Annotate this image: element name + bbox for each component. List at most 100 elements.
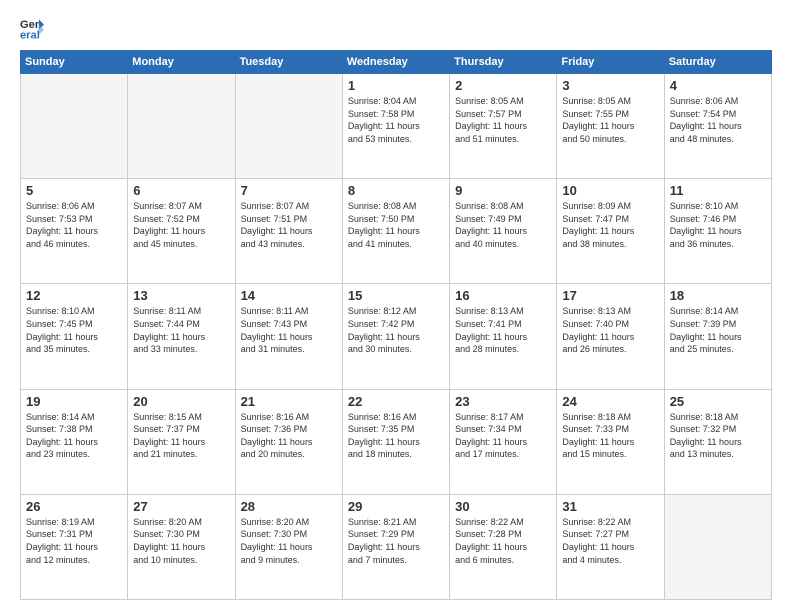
calendar-cell: 14Sunrise: 8:11 AMSunset: 7:43 PMDayligh… (235, 284, 342, 389)
day-number: 10 (562, 183, 658, 198)
logo: Gen eral (20, 16, 48, 40)
calendar-cell: 5 Sunrise: 8:06 AMSunset: 7:53 PMDaylight… (21, 179, 128, 284)
day-number: 17 (562, 288, 658, 303)
calendar-cell: 22 Sunrise: 8:16 AMSunset: 7:35 PMDayligh… (342, 389, 449, 494)
cell-info: Sunrise: 8:18 AMSunset: 7:32 PMDaylight:… (670, 411, 766, 461)
calendar-cell: 21 Sunrise: 8:16 AMSunset: 7:36 PMDayligh… (235, 389, 342, 494)
day-number: 1 (348, 78, 444, 93)
cell-info: Sunrise: 8:05 AMSunset: 7:55 PMDaylight:… (562, 95, 658, 145)
cell-info: Sunrise: 8:22 AMSunset: 7:28 PMDaylight:… (455, 516, 551, 566)
cell-info: Sunrise: 8:09 AMSunset: 7:47 PMDaylight:… (562, 200, 658, 250)
day-number: 15 (348, 288, 444, 303)
day-number: 14 (241, 288, 337, 303)
calendar-cell: 12 Sunrise: 8:10 AMSunset: 7:45 PMDayligh… (21, 284, 128, 389)
cell-info: Sunrise: 8:16 AMSunset: 7:36 PMDaylight:… (241, 411, 337, 461)
calendar-cell: 4 Sunrise: 8:06 AMSunset: 7:54 PMDaylight… (664, 74, 771, 179)
calendar-cell: 3 Sunrise: 8:05 AMSunset: 7:55 PMDaylight… (557, 74, 664, 179)
day-number: 19 (26, 394, 122, 409)
cell-info: Sunrise: 8:14 AMSunset: 7:39 PMDaylight:… (670, 305, 766, 355)
day-number: 26 (26, 499, 122, 514)
day-number: 22 (348, 394, 444, 409)
calendar-cell: 8 Sunrise: 8:08 AMSunset: 7:50 PMDaylight… (342, 179, 449, 284)
cell-info: Sunrise: 8:22 AMSunset: 7:27 PMDaylight:… (562, 516, 658, 566)
cell-info: Sunrise: 8:10 AMSunset: 7:46 PMDaylight:… (670, 200, 766, 250)
cell-info: Sunrise: 8:13 AMSunset: 7:41 PMDaylight:… (455, 305, 551, 355)
calendar-cell: 26 Sunrise: 8:19 AMSunset: 7:31 PMDayligh… (21, 494, 128, 599)
cell-info: Sunrise: 8:06 AMSunset: 7:54 PMDaylight:… (670, 95, 766, 145)
calendar-cell: 16 Sunrise: 8:13 AMSunset: 7:41 PMDayligh… (450, 284, 557, 389)
day-number: 16 (455, 288, 551, 303)
calendar-cell: 25 Sunrise: 8:18 AMSunset: 7:32 PMDayligh… (664, 389, 771, 494)
day-number: 4 (670, 78, 766, 93)
day-number: 21 (241, 394, 337, 409)
weekday-monday: Monday (128, 51, 235, 74)
week-row-2: 5 Sunrise: 8:06 AMSunset: 7:53 PMDaylight… (21, 179, 772, 284)
calendar-cell: 30 Sunrise: 8:22 AMSunset: 7:28 PMDayligh… (450, 494, 557, 599)
cell-info: Sunrise: 8:06 AMSunset: 7:53 PMDaylight:… (26, 200, 122, 250)
cell-info: Sunrise: 8:13 AMSunset: 7:40 PMDaylight:… (562, 305, 658, 355)
cell-info: Sunrise: 8:04 AMSunset: 7:58 PMDaylight:… (348, 95, 444, 145)
day-number: 13 (133, 288, 229, 303)
day-number: 11 (670, 183, 766, 198)
cell-info: Sunrise: 8:08 AMSunset: 7:49 PMDaylight:… (455, 200, 551, 250)
day-number: 6 (133, 183, 229, 198)
week-row-4: 19 Sunrise: 8:14 AMSunset: 7:38 PMDayligh… (21, 389, 772, 494)
weekday-wednesday: Wednesday (342, 51, 449, 74)
calendar-table: SundayMondayTuesdayWednesdayThursdayFrid… (20, 50, 772, 600)
calendar-cell (235, 74, 342, 179)
weekday-thursday: Thursday (450, 51, 557, 74)
cell-info: Sunrise: 8:20 AMSunset: 7:30 PMDaylight:… (133, 516, 229, 566)
calendar-cell: 11 Sunrise: 8:10 AMSunset: 7:46 PMDayligh… (664, 179, 771, 284)
day-number: 7 (241, 183, 337, 198)
day-number: 3 (562, 78, 658, 93)
week-row-3: 12 Sunrise: 8:10 AMSunset: 7:45 PMDayligh… (21, 284, 772, 389)
cell-info: Sunrise: 8:15 AMSunset: 7:37 PMDaylight:… (133, 411, 229, 461)
day-number: 23 (455, 394, 551, 409)
weekday-tuesday: Tuesday (235, 51, 342, 74)
cell-info: Sunrise: 8:12 AMSunset: 7:42 PMDaylight:… (348, 305, 444, 355)
calendar-cell: 19 Sunrise: 8:14 AMSunset: 7:38 PMDayligh… (21, 389, 128, 494)
cell-info: Sunrise: 8:21 AMSunset: 7:29 PMDaylight:… (348, 516, 444, 566)
calendar-cell (21, 74, 128, 179)
calendar-cell: 20Sunrise: 8:15 AMSunset: 7:37 PMDayligh… (128, 389, 235, 494)
calendar-cell: 27Sunrise: 8:20 AMSunset: 7:30 PMDayligh… (128, 494, 235, 599)
weekday-friday: Friday (557, 51, 664, 74)
day-number: 5 (26, 183, 122, 198)
calendar-page: Gen eral SundayMondayTuesdayWednesdayThu… (0, 0, 792, 612)
calendar-cell: 24 Sunrise: 8:18 AMSunset: 7:33 PMDayligh… (557, 389, 664, 494)
calendar-cell: 23 Sunrise: 8:17 AMSunset: 7:34 PMDayligh… (450, 389, 557, 494)
calendar-cell: 29 Sunrise: 8:21 AMSunset: 7:29 PMDayligh… (342, 494, 449, 599)
calendar-cell: 10 Sunrise: 8:09 AMSunset: 7:47 PMDayligh… (557, 179, 664, 284)
cell-info: Sunrise: 8:14 AMSunset: 7:38 PMDaylight:… (26, 411, 122, 461)
day-number: 24 (562, 394, 658, 409)
calendar-cell: 13 Sunrise: 8:11 AMSunset: 7:44 PMDayligh… (128, 284, 235, 389)
calendar-cell: 1 Sunrise: 8:04 AMSunset: 7:58 PMDaylight… (342, 74, 449, 179)
cell-info: Sunrise: 8:16 AMSunset: 7:35 PMDaylight:… (348, 411, 444, 461)
calendar-cell: 15 Sunrise: 8:12 AMSunset: 7:42 PMDayligh… (342, 284, 449, 389)
cell-info: Sunrise: 8:17 AMSunset: 7:34 PMDaylight:… (455, 411, 551, 461)
weekday-saturday: Saturday (664, 51, 771, 74)
day-number: 9 (455, 183, 551, 198)
header: Gen eral (20, 16, 772, 40)
cell-info: Sunrise: 8:07 AMSunset: 7:52 PMDaylight:… (133, 200, 229, 250)
cell-info: Sunrise: 8:07 AMSunset: 7:51 PMDaylight:… (241, 200, 337, 250)
cell-info: Sunrise: 8:10 AMSunset: 7:45 PMDaylight:… (26, 305, 122, 355)
calendar-cell: 17 Sunrise: 8:13 AMSunset: 7:40 PMDayligh… (557, 284, 664, 389)
day-number: 29 (348, 499, 444, 514)
calendar-cell (128, 74, 235, 179)
day-number: 8 (348, 183, 444, 198)
day-number: 25 (670, 394, 766, 409)
calendar-cell: 6 Sunrise: 8:07 AMSunset: 7:52 PMDaylight… (128, 179, 235, 284)
logo-icon: Gen eral (20, 16, 44, 40)
calendar-cell (664, 494, 771, 599)
week-row-5: 26 Sunrise: 8:19 AMSunset: 7:31 PMDayligh… (21, 494, 772, 599)
day-number: 12 (26, 288, 122, 303)
cell-info: Sunrise: 8:08 AMSunset: 7:50 PMDaylight:… (348, 200, 444, 250)
day-number: 31 (562, 499, 658, 514)
day-number: 2 (455, 78, 551, 93)
day-number: 30 (455, 499, 551, 514)
cell-info: Sunrise: 8:18 AMSunset: 7:33 PMDaylight:… (562, 411, 658, 461)
calendar-cell: 9 Sunrise: 8:08 AMSunset: 7:49 PMDaylight… (450, 179, 557, 284)
cell-info: Sunrise: 8:11 AMSunset: 7:44 PMDaylight:… (133, 305, 229, 355)
cell-info: Sunrise: 8:19 AMSunset: 7:31 PMDaylight:… (26, 516, 122, 566)
